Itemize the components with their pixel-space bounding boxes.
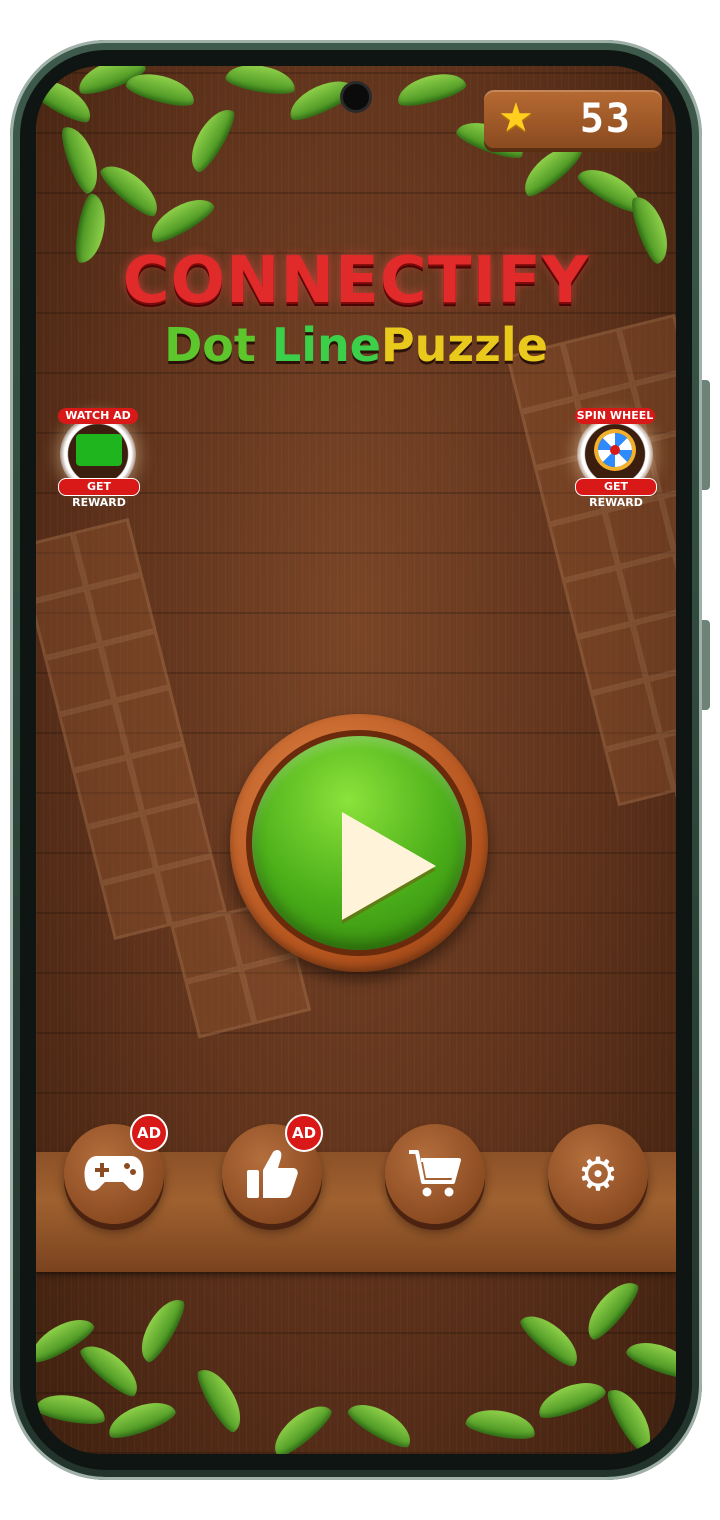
watch-ad-reward-button[interactable]: WATCH AD GET REWARD bbox=[54, 404, 144, 509]
shop-button[interactable] bbox=[385, 1124, 485, 1224]
settings-button[interactable]: ⚙ bbox=[548, 1124, 648, 1224]
like-ad-badge: AD bbox=[285, 1114, 323, 1152]
play-icon bbox=[342, 812, 436, 920]
star-counter: ★ 53 bbox=[484, 90, 662, 148]
watch-ad-label: WATCH AD bbox=[58, 408, 138, 424]
get-reward-label: GET REWARD bbox=[58, 478, 140, 509]
get-reward-label: GET REWARD bbox=[575, 478, 657, 509]
gear-icon: ⚙ bbox=[577, 1147, 619, 1201]
subtitle-line: Line bbox=[271, 318, 381, 372]
play-button-face bbox=[252, 736, 466, 950]
game-title: CONNECTIFY bbox=[122, 244, 590, 318]
star-count: 53 bbox=[579, 96, 632, 142]
subtitle-dot: Dot bbox=[164, 318, 256, 372]
video-ad-icon bbox=[76, 434, 122, 466]
play-button[interactable] bbox=[230, 714, 488, 972]
game-subtitle: Dot LinePuzzle bbox=[36, 318, 676, 372]
thumbs-up-icon bbox=[247, 1150, 298, 1198]
star-icon: ★ bbox=[498, 95, 534, 141]
wheel-icon bbox=[598, 433, 632, 467]
cart-icon bbox=[409, 1150, 461, 1197]
game-screen: ★ 53 CONNECTIFY Dot LinePuzzle WATCH AD … bbox=[36, 66, 676, 1454]
volume-button bbox=[702, 380, 710, 490]
front-camera bbox=[343, 84, 369, 110]
gamepad-icon bbox=[84, 1156, 144, 1191]
power-button bbox=[702, 620, 710, 710]
spin-wheel-reward-button[interactable]: SPIN WHEEL GET REWARD bbox=[571, 404, 661, 509]
games-ad-badge: AD bbox=[130, 1114, 168, 1152]
subtitle-puzzle: Puzzle bbox=[380, 318, 548, 372]
spin-wheel-label: SPIN WHEEL bbox=[575, 408, 655, 424]
